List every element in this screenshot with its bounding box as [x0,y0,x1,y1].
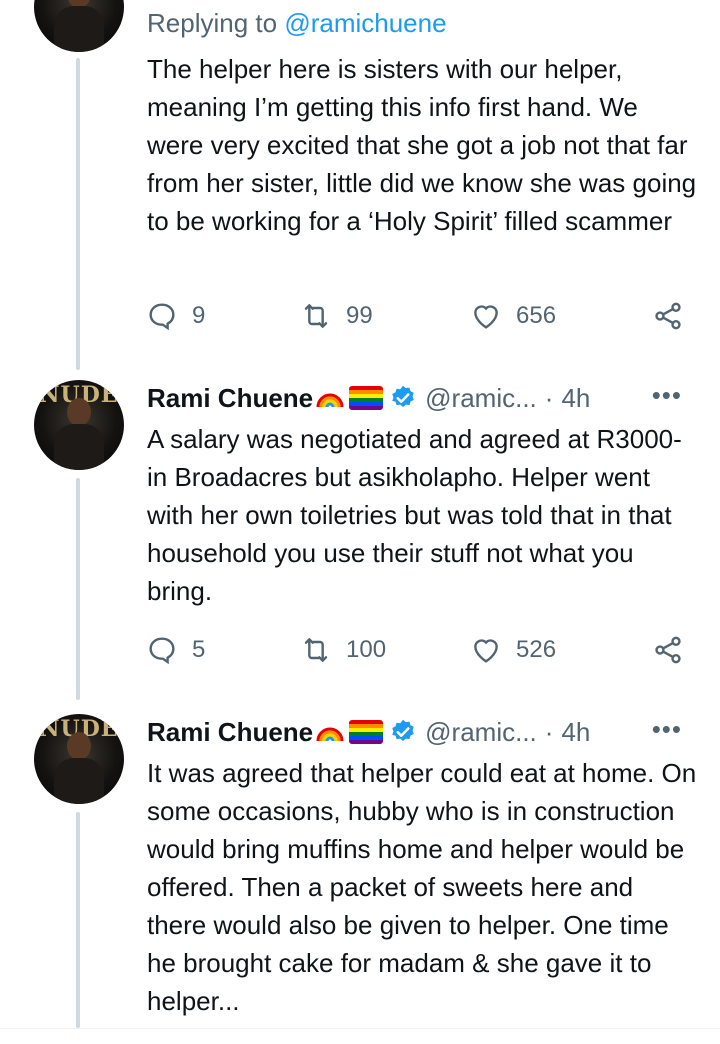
tweet-text: The helper here is sisters with our help… [147,54,697,236]
more-options-icon[interactable]: ••• [652,714,682,745]
user-handle[interactable]: @ramic... [425,383,537,414]
like-button[interactable]: 526 [470,634,556,666]
pride-flag-emoji [349,386,384,410]
reply-button[interactable]: 5 [146,634,205,666]
display-name[interactable]: Rami Chuene [147,717,313,748]
reply-button[interactable]: 9 [146,300,205,332]
reply-icon [149,303,175,331]
avatar-face [67,732,91,760]
like-icon [474,639,498,663]
share-button[interactable] [652,300,684,332]
tweet-header: Rami Chuene @ramic... · 4h ••• [147,380,700,416]
divider [0,1028,720,1029]
tweet-header: Rami Chuene @ramic... · 4h ••• [147,714,700,750]
like-count: 656 [516,302,557,329]
share-button[interactable] [652,634,684,666]
avatar[interactable]: NUDE [34,380,124,470]
retweet-icon [304,304,328,328]
separator-dot: · [544,716,554,747]
rainbow-emoji [315,717,345,747]
verified-badge-icon [392,385,414,407]
user-handle[interactable]: @ramic... [425,717,537,748]
avatar-body [54,424,104,470]
replying-handle-link[interactable]: @ramichuene [284,8,446,38]
thread-line [76,478,80,700]
thread-line [76,58,80,370]
share-icon [655,302,681,330]
avatar-face [67,398,91,426]
retweet-button[interactable]: 100 [300,634,386,666]
replying-to: Replying to @ramichuene [147,8,447,39]
avatar[interactable] [34,0,124,52]
tweet-text: It was agreed that helper could eat at h… [147,758,697,1016]
retweet-count: 100 [346,636,387,663]
reply-count: 5 [192,636,206,663]
replying-prefix: Replying to [147,8,285,38]
avatar[interactable]: NUDE [34,714,124,804]
tweet-text: A salary was negotiated and agreed at R3… [147,424,682,606]
retweet-button[interactable]: 99 [300,300,373,332]
like-button[interactable]: 656 [470,300,556,332]
reply-icon [149,637,175,665]
avatar-body [54,6,104,52]
pride-flag-emoji [349,720,384,744]
thread-line [76,812,80,1028]
tweet-actions: 5 100 526 [140,634,700,674]
display-name[interactable]: Rami Chuene [147,383,313,414]
more-options-icon[interactable]: ••• [652,380,682,411]
rainbow-emoji [315,383,345,413]
tweet-time[interactable]: 4h [561,717,590,748]
tweet-time[interactable]: 4h [561,383,590,414]
verified-badge-icon [392,719,414,741]
tweet-actions: 9 99 656 [140,300,700,340]
separator-dot: · [544,382,554,413]
like-icon [474,305,498,329]
retweet-count: 99 [346,302,373,329]
share-icon [655,636,681,664]
avatar-body [54,758,104,804]
retweet-icon [304,638,328,662]
reply-count: 9 [192,302,206,329]
like-count: 526 [516,636,557,663]
